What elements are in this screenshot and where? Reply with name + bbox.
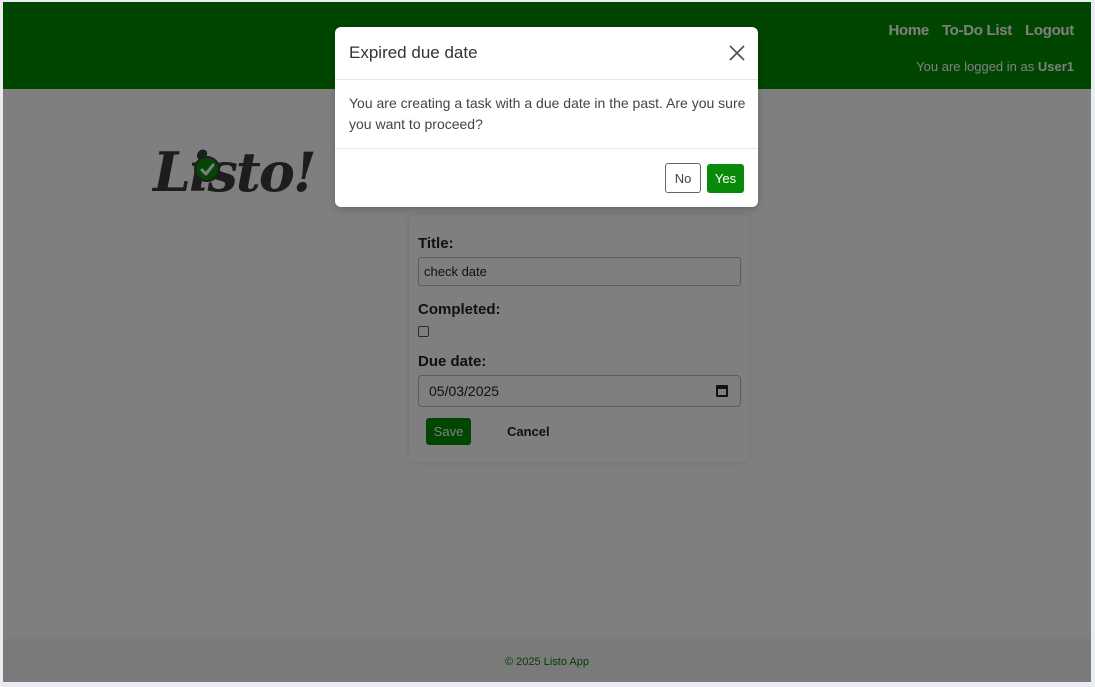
close-icon[interactable] <box>727 43 747 63</box>
modal-header: Expired due date <box>335 27 758 80</box>
modal-body: You are creating a task with a due date … <box>349 95 746 132</box>
expired-due-date-modal: Expired due date You are creating a task… <box>335 27 758 207</box>
no-button[interactable]: No <box>665 163 701 193</box>
modal-title: Expired due date <box>349 43 478 62</box>
yes-button[interactable]: Yes <box>707 164 744 193</box>
app-window: Home To-Do List Logout You are logged in… <box>3 2 1091 682</box>
modal-footer: No Yes <box>335 148 758 207</box>
